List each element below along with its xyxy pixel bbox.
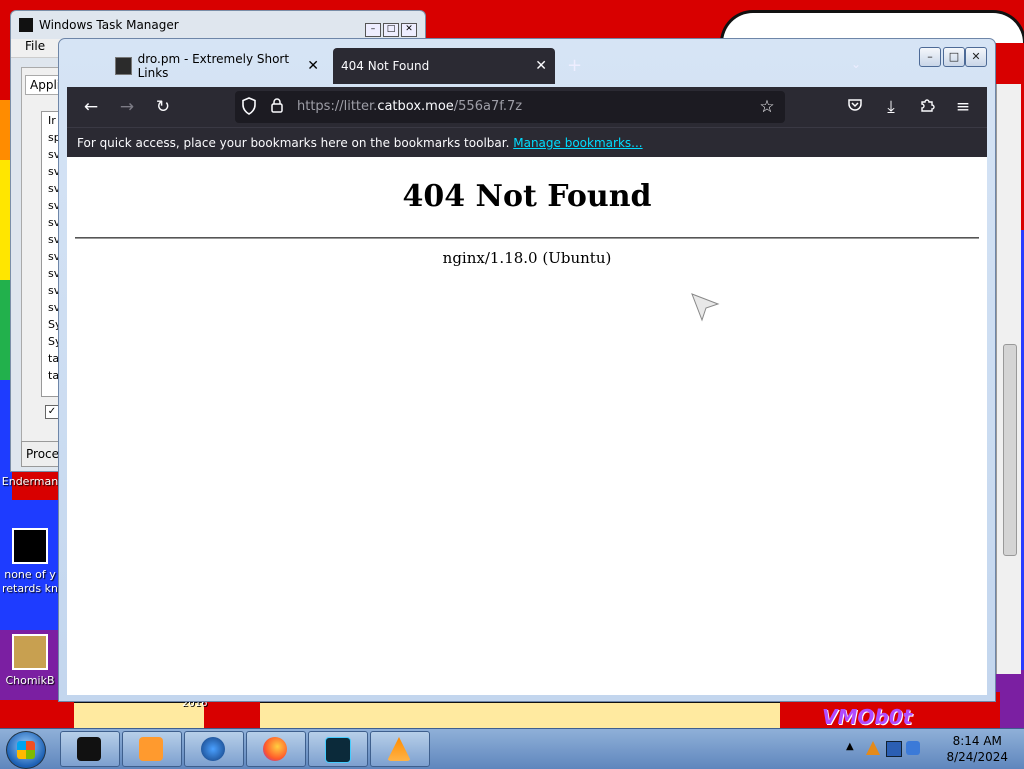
desktop-icon-file[interactable]: none of y retards kn (0, 528, 60, 596)
bookmarks-toolbar: For quick access, place your bookmarks h… (67, 127, 987, 157)
network-icon[interactable] (886, 741, 902, 757)
url-bar[interactable]: https://litter.catbox.moe/556a7f.7z ☆ (235, 91, 785, 123)
tab-404-not-found[interactable]: 404 Not Found ✕ (333, 48, 555, 84)
minimize-button[interactable]: – (365, 23, 381, 37)
clock-time: 8:14 AM (952, 734, 1002, 748)
tracking-shield-icon[interactable] (239, 97, 259, 117)
system-tray: ▲ 8:14 AM 8/24/2024 (840, 729, 1024, 769)
vlc-tray-icon[interactable] (866, 741, 880, 755)
extensions-puzzle-icon[interactable] (917, 97, 937, 117)
close-button[interactable]: ✕ (965, 47, 987, 67)
globe-browser-icon (201, 737, 225, 761)
list-all-tabs-button[interactable]: ⌄ (851, 57, 861, 71)
show-processes-checkbox[interactable]: ✓ (45, 405, 59, 419)
bookmark-star-icon[interactable]: ☆ (757, 97, 777, 117)
windows-logo-icon (17, 741, 35, 759)
desktop-icon-label: none of y retards kn (2, 568, 58, 595)
background-window-edge (996, 84, 1021, 674)
clock[interactable]: 8:14 AM 8/24/2024 (946, 733, 1008, 765)
show-hidden-icons-button[interactable]: ▲ (846, 741, 854, 752)
taskbar-button-task-manager[interactable] (308, 731, 368, 767)
task-manager-icon (19, 18, 33, 32)
maximize-button[interactable]: □ (383, 23, 399, 37)
page-title: 404 Not Found (402, 179, 652, 214)
wallpaper-brand-text: VMOb0t (822, 705, 913, 729)
pocket-icon[interactable] (845, 97, 865, 117)
task-manager-icon (325, 737, 351, 763)
tab-title: dro.pm - Extremely Short Links (137, 52, 290, 80)
close-tab-icon[interactable]: ✕ (307, 58, 319, 74)
close-tab-icon[interactable]: ✕ (535, 58, 547, 74)
taskbar-button-globe[interactable] (184, 731, 244, 767)
taskbar-button-vlc[interactable] (370, 731, 430, 767)
minimize-button[interactable]: – (919, 47, 941, 67)
hamburger-menu-icon[interactable]: ≡ (953, 97, 973, 117)
clock-date: 8/24/2024 (946, 750, 1008, 764)
firefox-icon (263, 737, 287, 761)
start-button[interactable] (6, 731, 46, 769)
url-domain: catbox.moe (377, 99, 454, 114)
desktop-icon-label: Enderman (1, 475, 59, 488)
volume-icon[interactable] (906, 741, 920, 755)
desktop-icon-label: ChomikB (5, 674, 55, 687)
tab-title: 404 Not Found (341, 59, 430, 73)
task-manager-title: Windows Task Manager (39, 18, 179, 32)
reload-icon[interactable]: ↻ (153, 97, 173, 117)
wallpaper-stripe (996, 670, 1024, 730)
tab-strip: dro.pm - Extremely Short Links ✕ 404 Not… (59, 39, 995, 87)
favicon-icon (115, 57, 132, 75)
url-prefix: https://litter. (297, 99, 378, 114)
url-text[interactable]: https://litter.catbox.moe/556a7f.7z (297, 99, 522, 114)
bookmarks-hint: For quick access, place your bookmarks h… (77, 136, 510, 150)
page-content: 404 Not Found nginx/1.18.0 (Ubuntu) (67, 157, 987, 695)
nav-toolbar: ← → ↻ https://litter.catbox.moe/556a7f.7… (67, 87, 987, 127)
lock-icon[interactable] (267, 97, 287, 117)
close-button[interactable]: ✕ (401, 23, 417, 37)
taskbar-button-media-player[interactable] (122, 731, 182, 767)
terminal-app-icon (77, 737, 101, 761)
url-path: /556a7f.7z (453, 99, 523, 114)
hamster-icon (12, 634, 48, 670)
taskbar-button-firefox[interactable] (246, 731, 306, 767)
taskbar-button-terminal[interactable] (60, 731, 120, 767)
maximize-button[interactable]: □ (943, 47, 965, 67)
task-manager-titlebar[interactable]: Windows Task Manager (11, 11, 425, 39)
back-arrow-icon[interactable]: ← (81, 97, 101, 117)
tab-dro-pm[interactable]: dro.pm - Extremely Short Links ✕ (109, 49, 325, 83)
new-tab-button[interactable]: + (567, 55, 582, 76)
vlc-icon (387, 737, 411, 761)
divider (75, 237, 979, 239)
server-signature: nginx/1.18.0 (Ubuntu) (442, 249, 612, 267)
menu-file[interactable]: File (25, 39, 45, 53)
desktop-icon-chomik[interactable]: ChomikB (0, 634, 60, 688)
downloads-icon[interactable]: ⤓ (881, 97, 901, 117)
manage-bookmarks-link[interactable]: Manage bookmarks... (513, 136, 642, 150)
taskbar: ▲ 8:14 AM 8/24/2024 (0, 728, 1024, 769)
browser-window[interactable]: dro.pm - Extremely Short Links ✕ 404 Not… (58, 38, 996, 702)
scrollbar-thumb[interactable] (1003, 344, 1017, 556)
forward-arrow-icon[interactable]: → (117, 97, 137, 117)
desktop-icon-enderman[interactable]: Enderman (0, 475, 60, 489)
mouse-cursor-icon (691, 293, 720, 322)
media-player-icon (139, 737, 163, 761)
file-icon (12, 528, 48, 564)
